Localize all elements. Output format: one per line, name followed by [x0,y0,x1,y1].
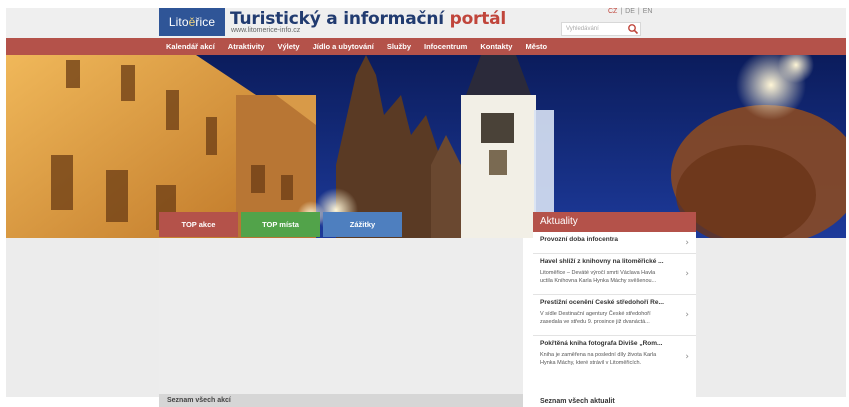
news-item-excerpt: Kniha je zaměřena na poslední díly život… [540,351,678,367]
lang-cz[interactable]: CZ [608,8,617,15]
nav-item-contacts[interactable]: Kontakty [480,42,512,51]
tab-experiences[interactable]: Zážitky [323,212,402,237]
news-item-excerpt-line: zasedala ve středu 9. prosince již dvaná… [540,319,650,325]
site-title-accent: portál [449,9,507,29]
chevron-right-icon[interactable]: › [685,238,689,248]
news-item-excerpt: V sídle Destinační agentury České středo… [540,310,678,326]
content-right-column [696,238,846,397]
logo-mark: ě [188,15,196,29]
site-title-main: Turistický a informační [230,9,450,29]
chevron-right-icon[interactable]: › [685,269,689,279]
nav-item-infocentre[interactable]: Infocentrum [424,42,467,51]
content-main-panel [159,238,523,397]
nav-item-attractions[interactable]: Atraktivity [228,42,265,51]
site-logo[interactable]: Lito ě řice [159,8,225,36]
news-item-title[interactable]: Pokřtěná kniha fotografa Diviše „Rom... [540,340,678,347]
tab-top-events[interactable]: TOP akce [159,212,238,237]
news-item-excerpt-line: Kniha je zaměřena na poslední díly život… [540,352,657,358]
main-navigation: Kalendář akcí Atraktivity Výlety Jídlo a… [6,38,846,55]
content-left-column [6,238,160,397]
news-item-title[interactable]: Provozní doba infocentra [540,236,678,243]
nav-item-food-accommodation[interactable]: Jídlo a ubytování [313,42,374,51]
logo-text-end: řice [195,15,216,29]
all-events-link[interactable]: Seznam všech akcí [159,394,523,407]
tab-top-places[interactable]: TOP místa [241,212,320,237]
news-item-excerpt-line: Hynka Máchy, které strávil v Litoměřicíc… [540,360,642,366]
category-tabs: TOP akce TOP místa Zážitky [159,212,402,237]
chevron-right-icon[interactable]: › [685,310,689,320]
lang-en[interactable]: EN [643,8,653,15]
news-item-excerpt: Litoměřice – Deváté výročí smrti Václava… [540,269,678,285]
logo-text-start: Lito [168,15,189,29]
nav-item-trips[interactable]: Výlety [277,42,299,51]
news-item-excerpt-line: Litoměřice – Deváté výročí smrti Václava… [540,270,656,276]
news-panel: Aktuality Provozní doba infocentra › Hav… [533,212,696,407]
lang-de[interactable]: DE [625,8,635,15]
news-item-title[interactable]: Havel shlíží z knihovny na litoměřické .… [540,258,678,265]
chevron-right-icon[interactable]: › [685,352,689,362]
news-item[interactable]: Havel shlíží z knihovny na litoměřické .… [533,254,696,295]
news-item-excerpt-line: uctila Knihovna Karla Hynka Máchy svěšen… [540,278,657,284]
search-icon[interactable] [627,23,639,35]
news-header: Aktuality [533,212,696,232]
news-item[interactable]: Pokřtěná kniha fotografa Diviše „Rom... … [533,336,696,377]
site-url: www.litomerice-info.cz [231,27,301,34]
hero-illustration [6,55,846,238]
lang-separator: | [620,8,623,15]
all-news-link[interactable]: Seznam všech aktualit [540,398,615,405]
news-item[interactable]: Prestižní ocenění České středohoří Re...… [533,295,696,336]
language-switcher: CZ | DE | EN [608,8,652,15]
site-title: Turistický a informační portál [230,9,506,29]
nav-item-services[interactable]: Služby [387,42,411,51]
news-item[interactable]: Provozní doba infocentra › [533,232,696,254]
lang-separator: | [637,8,640,15]
hero-image [6,55,846,238]
news-item-excerpt-line: V sídle Destinační agentury České středo… [540,311,651,317]
nav-item-town[interactable]: Město [525,42,547,51]
news-item-title[interactable]: Prestižní ocenění České středohoří Re... [540,299,678,306]
nav-item-calendar[interactable]: Kalendář akcí [166,42,215,51]
